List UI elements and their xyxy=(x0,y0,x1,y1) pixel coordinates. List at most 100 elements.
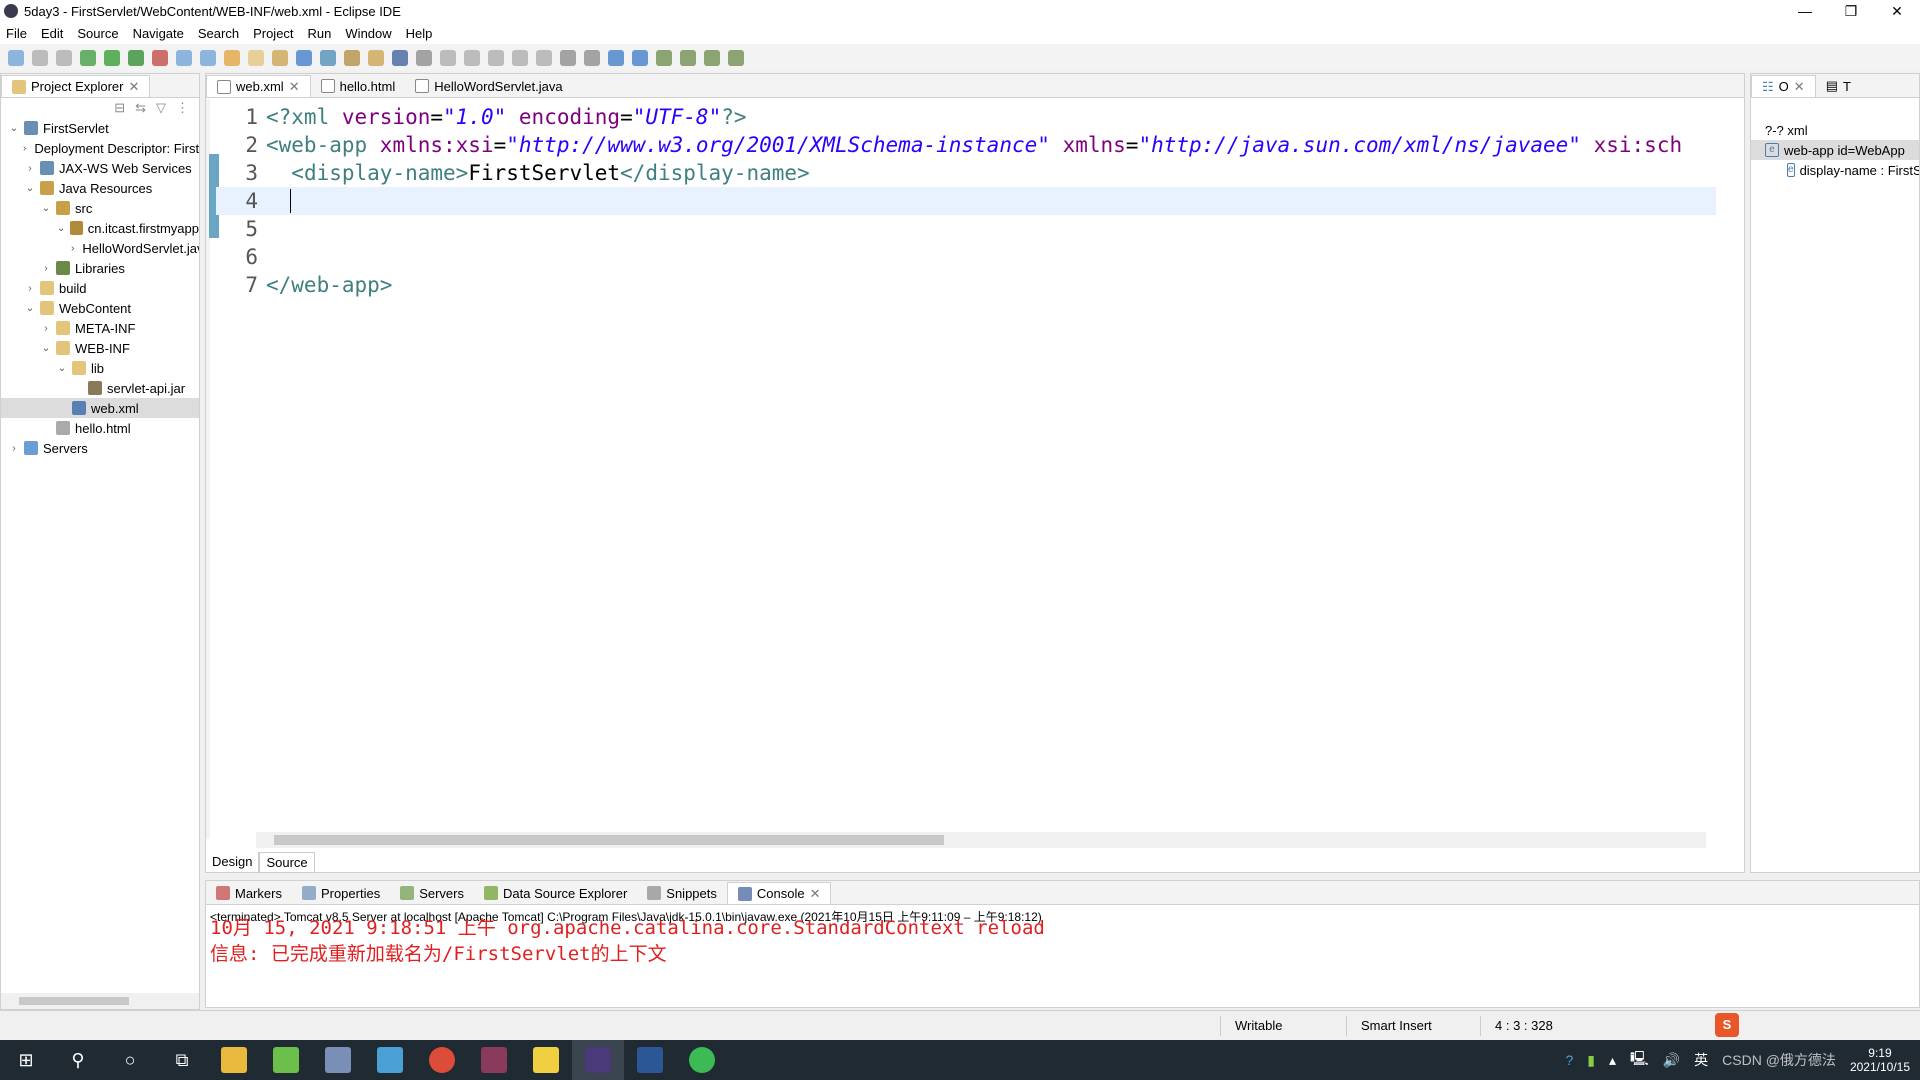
toolbar-button-icon[interactable] xyxy=(56,49,72,66)
taskbar-file-explorer[interactable] xyxy=(208,1040,260,1080)
tree-item[interactable]: ⌄ FirstServlet xyxy=(1,118,199,138)
toolbar-button-icon[interactable] xyxy=(416,49,432,66)
toolbar-button-icon[interactable] xyxy=(656,49,672,66)
tree-item[interactable]: › Servers xyxy=(1,438,199,458)
tree-item[interactable]: › build xyxy=(1,278,199,298)
close-button[interactable]: ✕ xyxy=(1874,0,1920,22)
tab-data-source-explorer[interactable]: Data Source Explorer xyxy=(474,882,637,904)
code-line[interactable]: </web-app> xyxy=(266,271,392,299)
taskbar-eclipse[interactable] xyxy=(572,1040,624,1080)
toolbar-button-icon[interactable] xyxy=(560,49,576,66)
editor-tab[interactable]: web.xml ✕ xyxy=(206,75,311,97)
toolbar-button-icon[interactable] xyxy=(200,49,216,66)
console-output[interactable]: 10月 15, 2021 9:18:51 上午 org.apache.catal… xyxy=(206,915,1919,975)
clock[interactable]: 9:19 2021/10/15 xyxy=(1850,1046,1910,1074)
toolbar-button-icon[interactable] xyxy=(632,49,648,66)
taskbar-chrome[interactable] xyxy=(416,1040,468,1080)
menu-file[interactable]: File xyxy=(6,26,27,41)
chevron-down-icon[interactable]: ⌄ xyxy=(7,123,21,134)
chevron-right-icon[interactable]: › xyxy=(71,243,74,254)
toolbar-button-icon[interactable] xyxy=(584,49,600,66)
menu-source[interactable]: Source xyxy=(77,26,118,41)
tree-item[interactable]: hello.html xyxy=(1,418,199,438)
chevron-right-icon[interactable]: › xyxy=(39,263,53,274)
tree-item[interactable]: servlet-api.jar xyxy=(1,378,199,398)
tree-item[interactable]: › HelloWordServlet.java xyxy=(1,238,199,258)
code-line[interactable]: <display-name>FirstServlet</display-name… xyxy=(266,159,809,187)
toolbar-button-icon[interactable] xyxy=(512,49,528,66)
toolbar-button-icon[interactable] xyxy=(608,49,624,66)
tree-item[interactable]: › Libraries xyxy=(1,258,199,278)
outline-item[interactable]: e display-name : FirstServlet xyxy=(1751,160,1919,180)
toolbar-button-icon[interactable] xyxy=(440,49,456,66)
collapse-all-icon[interactable]: ⊟ xyxy=(114,100,125,116)
tree-item[interactable]: ⌄ WebContent xyxy=(1,298,199,318)
chevron-down-icon[interactable]: ⌄ xyxy=(23,303,37,314)
close-icon[interactable]: ✕ xyxy=(810,886,821,902)
tree-item[interactable]: › META-INF xyxy=(1,318,199,338)
minimize-button[interactable]: — xyxy=(1782,0,1828,22)
tab-markers[interactable]: Markers xyxy=(206,882,292,904)
filter-icon[interactable]: ▽ xyxy=(156,100,166,116)
editor-tab[interactable]: hello.html xyxy=(311,75,406,97)
tree-item[interactable]: web.xml xyxy=(1,398,199,418)
toolbar-button-icon[interactable] xyxy=(248,49,264,66)
tree-item[interactable]: › Deployment Descriptor: FirstServlet xyxy=(1,138,199,158)
tree-item[interactable]: ⌄ Java Resources xyxy=(1,178,199,198)
usb-icon[interactable]: ▮ xyxy=(1587,1052,1595,1069)
toolbar-button-icon[interactable] xyxy=(80,49,96,66)
taskbar-app[interactable] xyxy=(312,1040,364,1080)
cortana-icon[interactable]: ○ xyxy=(104,1040,156,1080)
volume-icon[interactable]: 🔊 xyxy=(1663,1052,1680,1069)
tree-item[interactable]: ⌄ cn.itcast.firstmyapp xyxy=(1,218,199,238)
outline-item[interactable]: e web-app id=WebApp xyxy=(1751,140,1919,160)
taskbar-word[interactable] xyxy=(624,1040,676,1080)
menu-window[interactable]: Window xyxy=(345,26,391,41)
chevron-down-icon[interactable]: ⌄ xyxy=(39,343,53,354)
toolbar-button-icon[interactable] xyxy=(704,49,720,66)
chevron-down-icon[interactable]: ⌄ xyxy=(39,203,53,214)
start-button[interactable]: ⊞ xyxy=(0,1040,52,1080)
toolbar-button-icon[interactable] xyxy=(32,49,48,66)
tree-item[interactable]: ⌄ lib xyxy=(1,358,199,378)
chevron-right-icon[interactable]: › xyxy=(23,283,37,294)
code-line[interactable] xyxy=(266,187,304,215)
help-icon[interactable]: ? xyxy=(1565,1052,1573,1068)
horizontal-scrollbar[interactable] xyxy=(1,993,199,1009)
chevron-right-icon[interactable]: › xyxy=(39,323,53,334)
chevron-down-icon[interactable]: ⌄ xyxy=(55,363,69,374)
taskbar-refresh-app[interactable] xyxy=(676,1040,728,1080)
code-line[interactable]: <?xml version="1.0" encoding="UTF-8"?> xyxy=(266,103,747,131)
menu-search[interactable]: Search xyxy=(198,26,239,41)
menu-run[interactable]: Run xyxy=(308,26,332,41)
tab-servers[interactable]: Servers xyxy=(390,882,474,904)
toolbar-button-icon[interactable] xyxy=(176,49,192,66)
toolbar-button-icon[interactable] xyxy=(104,49,120,66)
close-icon[interactable]: ✕ xyxy=(128,79,139,95)
taskbar-app2[interactable] xyxy=(364,1040,416,1080)
tree-item[interactable]: › JAX-WS Web Services xyxy=(1,158,199,178)
taskbar-help[interactable] xyxy=(520,1040,572,1080)
chevron-down-icon[interactable]: ⌄ xyxy=(23,183,37,194)
tab-properties[interactable]: Properties xyxy=(292,882,390,904)
tab-project-explorer[interactable]: Project Explorer ✕ xyxy=(1,75,151,97)
taskbar-winrar[interactable] xyxy=(468,1040,520,1080)
tab-outline[interactable]: ☷ O ✕ xyxy=(1751,75,1816,97)
taskbar-notepad[interactable] xyxy=(260,1040,312,1080)
toolbar-button-icon[interactable] xyxy=(368,49,384,66)
tab-snippets[interactable]: Snippets xyxy=(637,882,727,904)
toolbar-button-icon[interactable] xyxy=(464,49,480,66)
toolbar-button-icon[interactable] xyxy=(8,49,24,66)
tab-task-list[interactable]: ▤ T xyxy=(1816,75,1861,97)
toolbar-button-icon[interactable] xyxy=(536,49,552,66)
code-editor[interactable]: 1 <?xml version="1.0" encoding="UTF-8"?> 2… xyxy=(216,101,1716,801)
toolbar-button-icon[interactable] xyxy=(392,49,408,66)
editor-hscrollbar[interactable] xyxy=(256,832,1706,848)
toolbar-button-icon[interactable] xyxy=(680,49,696,66)
toolbar-button-icon[interactable] xyxy=(272,49,288,66)
tab-design[interactable]: Design xyxy=(206,852,260,873)
menu-edit[interactable]: Edit xyxy=(41,26,63,41)
menu-navigate[interactable]: Navigate xyxy=(133,26,184,41)
toolbar-button-icon[interactable] xyxy=(152,49,168,66)
menu-icon[interactable]: ⋮ xyxy=(176,100,189,116)
